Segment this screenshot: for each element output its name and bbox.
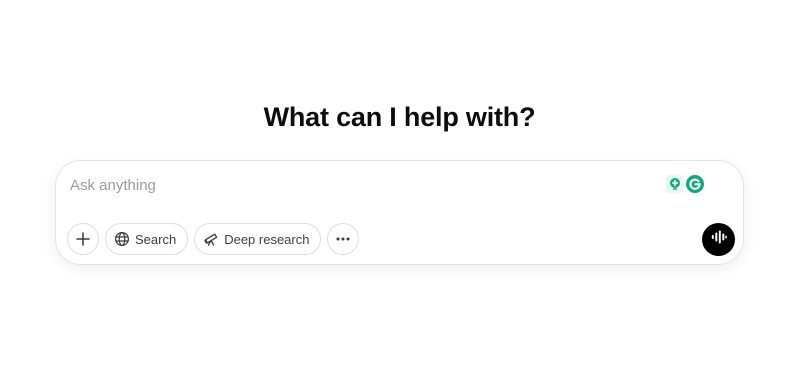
deep-research-button-label: Deep research [224, 231, 310, 247]
voice-waveform-icon [711, 230, 727, 249]
plus-icon [76, 232, 90, 246]
more-options-button[interactable] [327, 223, 360, 255]
deep-research-button[interactable]: Deep research [194, 223, 322, 255]
search-button[interactable]: Search [105, 223, 189, 255]
telescope-icon [203, 231, 219, 247]
lightbulb-plus-icon[interactable] [666, 175, 684, 193]
prompt-composer: Search Deep research [55, 160, 744, 265]
grammarly-g-icon[interactable] [686, 175, 704, 193]
search-button-label: Search [135, 231, 177, 247]
add-button[interactable] [67, 223, 99, 255]
chat-home: What can I help with? Ask anything Searc… [0, 0, 799, 374]
composer-toolbar: Search Deep research [67, 223, 360, 255]
page-title: What can I help with? [263, 102, 536, 132]
ellipsis-icon [335, 237, 351, 241]
prompt-input[interactable] [70, 173, 650, 197]
voice-mode-button[interactable] [702, 223, 735, 256]
globe-icon [114, 231, 130, 247]
extension-icons [666, 174, 706, 194]
